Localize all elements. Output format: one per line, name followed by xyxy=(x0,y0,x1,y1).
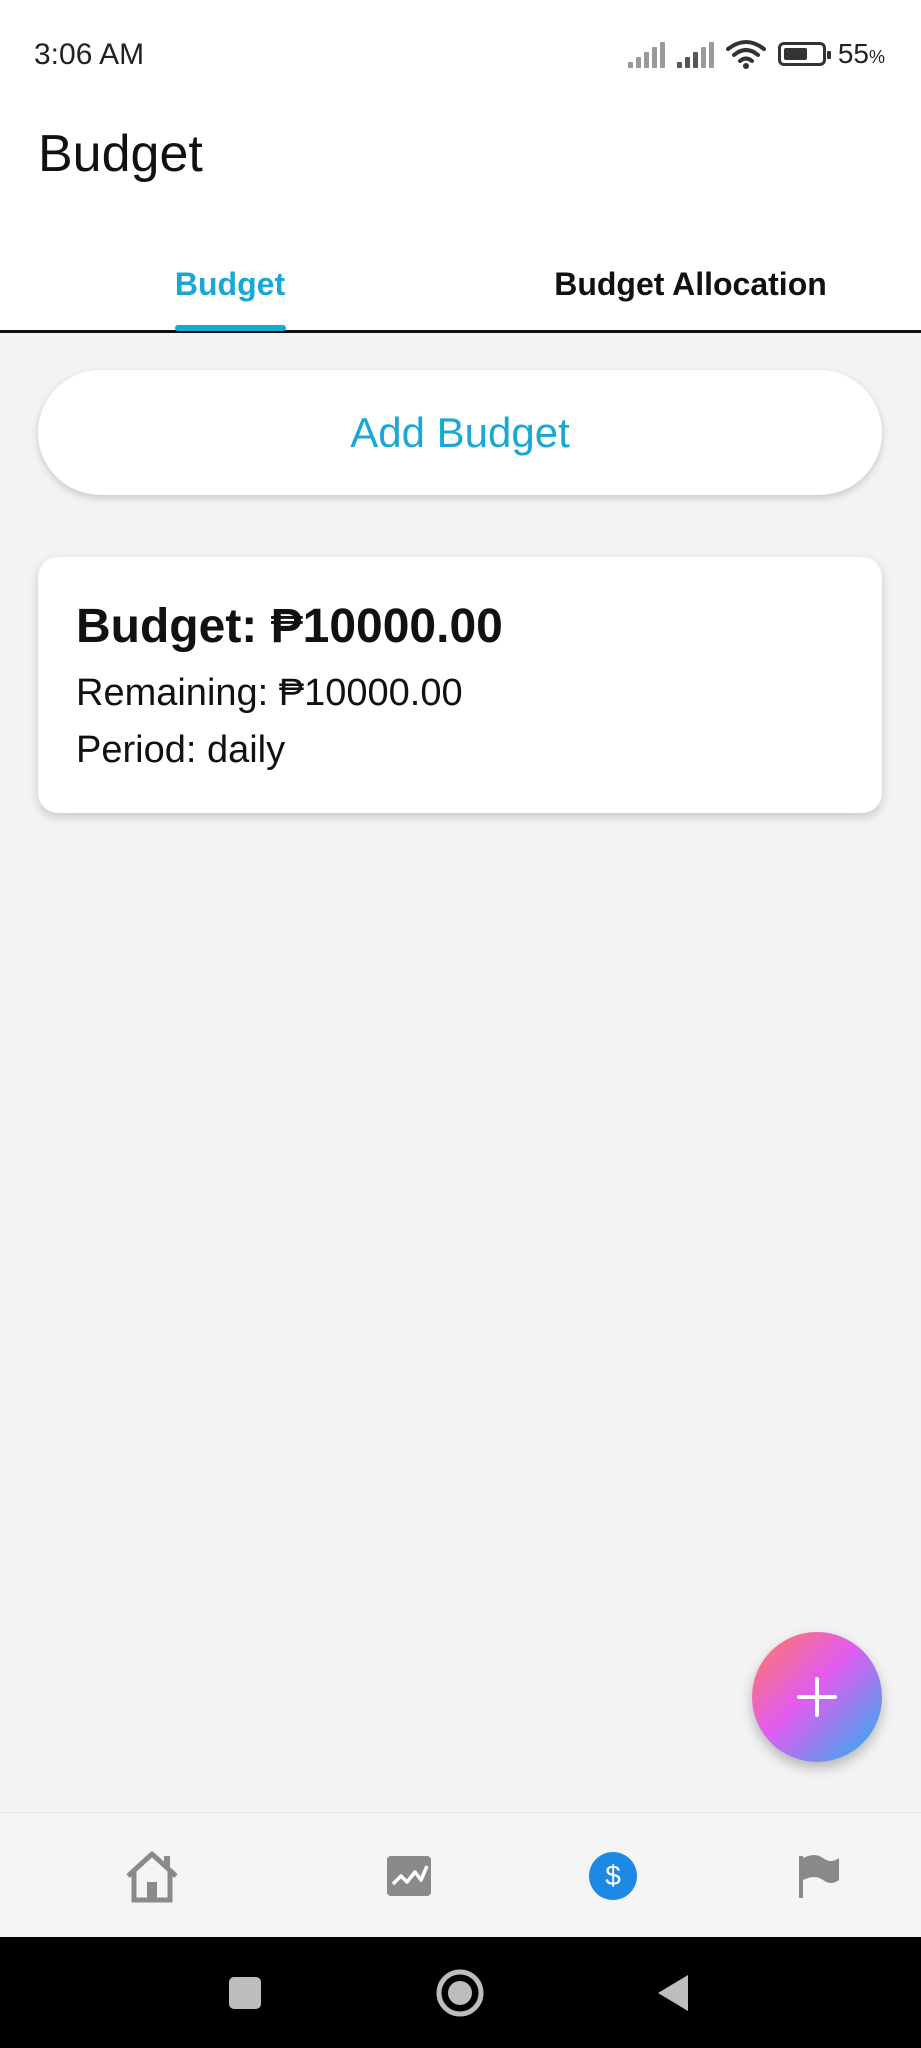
add-fab-button[interactable] xyxy=(752,1632,882,1762)
status-bar: 3:06 AM 55% xyxy=(0,0,921,112)
system-nav-bar xyxy=(0,1937,921,2048)
dollar-icon: $ xyxy=(589,1851,637,1900)
signal-icon xyxy=(627,40,665,68)
tab-bar: Budget Budget Allocation xyxy=(0,238,921,333)
battery-percent: 55% xyxy=(837,38,885,69)
budget-card[interactable]: Budget: ₱10000.00 Remaining: ₱10000.00 P… xyxy=(38,557,882,813)
status-time: 3:06 AM xyxy=(34,38,145,71)
nav-home[interactable] xyxy=(92,1813,212,1938)
bottom-nav: $ xyxy=(0,1812,921,1938)
tab-budget-allocation[interactable]: Budget Allocation xyxy=(460,238,921,330)
home-icon xyxy=(126,1851,178,1902)
tab-indicator xyxy=(175,325,286,331)
back-triangle-icon xyxy=(658,1974,688,2011)
nav-goals[interactable] xyxy=(758,1813,878,1938)
signal-icon xyxy=(676,40,714,68)
budget-period: Period: daily xyxy=(76,729,286,771)
status-icons: 55% xyxy=(627,38,885,70)
circle-icon xyxy=(436,1969,484,2016)
home-button[interactable] xyxy=(410,1937,510,2048)
budget-amount: Budget: ₱10000.00 xyxy=(76,600,503,653)
nav-budget[interactable]: $ xyxy=(553,1813,673,1938)
chart-icon xyxy=(387,1855,431,1896)
page-title: Budget xyxy=(38,125,203,183)
wifi-icon xyxy=(725,40,766,69)
square-icon xyxy=(229,1976,261,2009)
tab-budget[interactable]: Budget xyxy=(0,238,460,330)
recents-button[interactable] xyxy=(195,1937,295,2048)
svg-text:$: $ xyxy=(605,1860,621,1891)
budget-remaining: Remaining: ₱10000.00 xyxy=(76,672,463,714)
flag-icon xyxy=(799,1854,839,1898)
battery-icon xyxy=(777,42,831,66)
back-button[interactable] xyxy=(623,1937,723,2048)
plus-icon xyxy=(797,1677,837,1717)
nav-stats[interactable] xyxy=(349,1813,469,1938)
add-budget-button[interactable]: Add Budget xyxy=(38,370,882,495)
